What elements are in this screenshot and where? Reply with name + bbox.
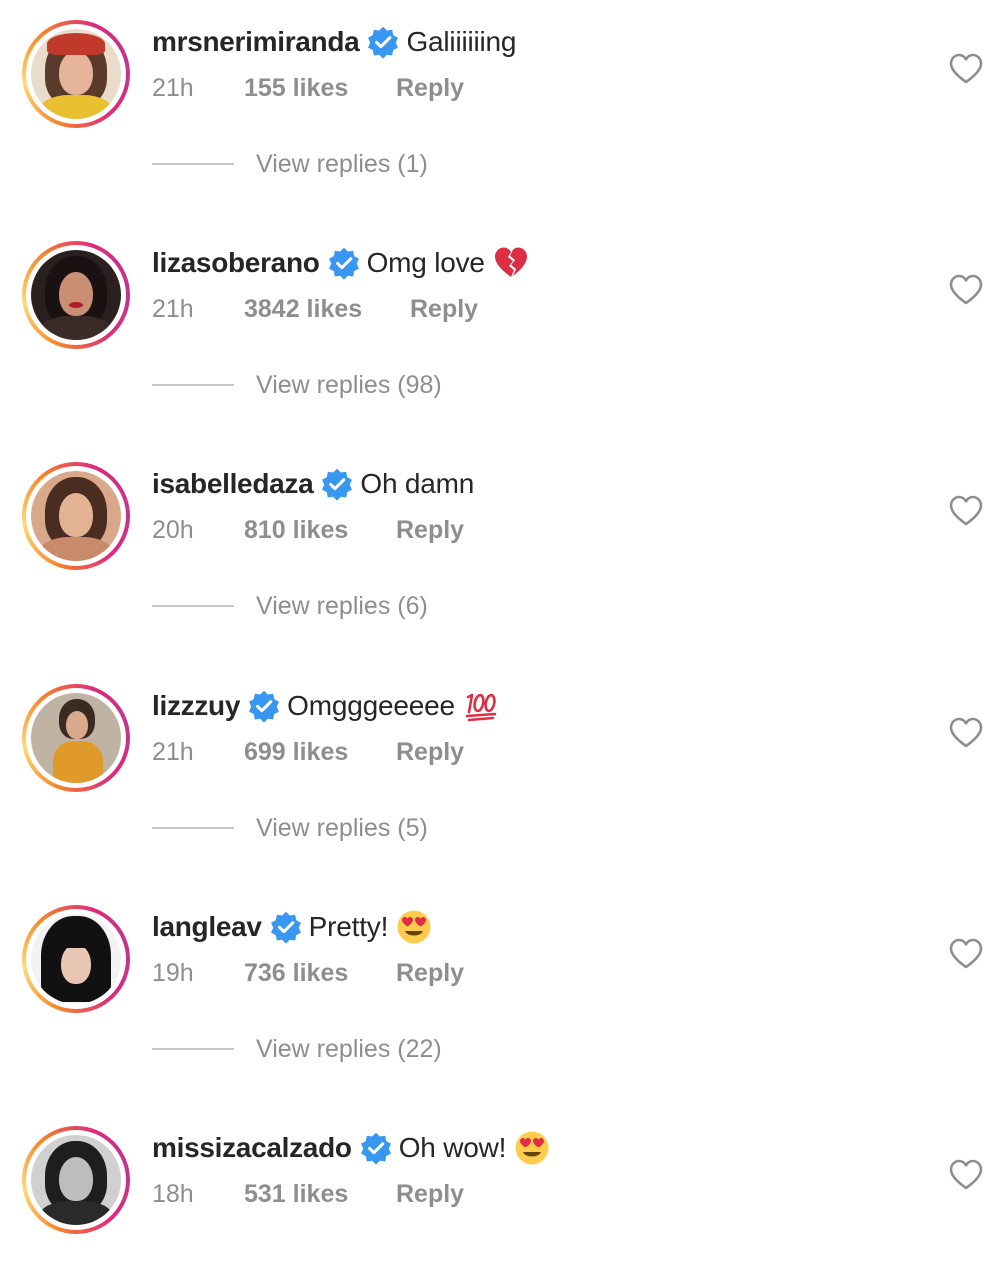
heart-outline-icon[interactable] bbox=[948, 52, 984, 86]
verified-badge-icon bbox=[270, 911, 301, 944]
view-replies-label: View replies (1) bbox=[256, 149, 428, 178]
heart-outline-icon[interactable] bbox=[948, 1158, 984, 1192]
heart-outline-icon[interactable] bbox=[948, 716, 984, 750]
comment-item: mrsnerimiranda Galiiiiiing 21h 155 likes… bbox=[0, 0, 1000, 221]
avatar-border bbox=[26, 688, 126, 788]
avatar-photo bbox=[31, 1135, 121, 1225]
avatar-border bbox=[26, 466, 126, 566]
reply-button[interactable]: Reply bbox=[410, 295, 478, 324]
likes-count[interactable]: 3842 likes bbox=[244, 295, 362, 324]
comment-text: Galiiiiiing bbox=[406, 26, 517, 57]
comment-text: Oh damn bbox=[360, 468, 475, 499]
comment-time: 18h bbox=[152, 1180, 194, 1208]
heart-eyes-emoji bbox=[515, 1131, 549, 1165]
view-replies-divider bbox=[152, 384, 234, 386]
avatar[interactable] bbox=[22, 905, 130, 1013]
verified-badge-icon bbox=[249, 690, 280, 723]
verified-badge-icon bbox=[328, 247, 359, 280]
comment-line: lizzzuy Omgggeeeee bbox=[152, 686, 499, 726]
avatar-photo bbox=[31, 29, 121, 119]
comment-time: 20h bbox=[152, 516, 194, 544]
heart-outline-icon[interactable] bbox=[948, 937, 984, 971]
broken-heart-emoji bbox=[494, 247, 527, 277]
view-replies-button[interactable]: View replies (6) bbox=[152, 588, 428, 624]
username[interactable]: lizzzuy bbox=[152, 690, 240, 722]
view-replies-button[interactable]: View replies (5) bbox=[152, 810, 428, 846]
likes-count[interactable]: 531 likes bbox=[244, 1180, 348, 1209]
comment-time: 19h bbox=[152, 959, 194, 987]
reply-button[interactable]: Reply bbox=[396, 74, 464, 103]
comment-item: isabelledaza Oh damn 20h 810 likes Reply… bbox=[0, 442, 1000, 663]
comment-line: mrsnerimiranda Galiiiiiing bbox=[152, 22, 516, 62]
reply-button[interactable]: Reply bbox=[396, 959, 464, 988]
view-replies-label: View replies (5) bbox=[256, 813, 428, 842]
avatar-photo bbox=[31, 914, 121, 1004]
likes-count[interactable]: 699 likes bbox=[244, 738, 348, 767]
comment-line: isabelledaza Oh damn bbox=[152, 464, 474, 504]
hundred-points-emoji bbox=[465, 693, 497, 722]
view-replies-label: View replies (22) bbox=[256, 1034, 442, 1063]
username[interactable]: langleav bbox=[152, 911, 262, 943]
comment-text: Omgggeeeee bbox=[287, 690, 455, 721]
avatar[interactable] bbox=[22, 1126, 130, 1234]
view-replies-button[interactable]: View replies (98) bbox=[152, 367, 442, 403]
avatar-photo bbox=[31, 693, 121, 783]
reply-button[interactable]: Reply bbox=[396, 1180, 464, 1209]
avatar[interactable] bbox=[22, 462, 130, 570]
verified-badge-icon bbox=[360, 1132, 391, 1165]
avatar-photo bbox=[31, 250, 121, 340]
username[interactable]: missizacalzado bbox=[152, 1132, 352, 1164]
comment-line: missizacalzado Oh wow! bbox=[152, 1128, 550, 1168]
view-replies-label: View replies (98) bbox=[256, 370, 442, 399]
view-replies-button[interactable]: View replies (1) bbox=[152, 146, 428, 182]
reply-button[interactable]: Reply bbox=[396, 516, 464, 545]
comment-item: missizacalzado Oh wow! 18h 531 likes Rep… bbox=[0, 1106, 1000, 1275]
verified-badge-icon bbox=[368, 26, 399, 59]
likes-count[interactable]: 736 likes bbox=[244, 959, 348, 988]
view-replies-button[interactable]: View replies (22) bbox=[152, 1031, 442, 1067]
username[interactable]: mrsnerimiranda bbox=[152, 26, 360, 58]
comment-item: langleav Pretty! 19h 736 likes Reply Vie… bbox=[0, 885, 1000, 1106]
view-replies-label: View replies (6) bbox=[256, 591, 428, 620]
verified-badge-icon bbox=[322, 468, 353, 501]
likes-count[interactable]: 810 likes bbox=[244, 516, 348, 545]
likes-count[interactable]: 155 likes bbox=[244, 74, 348, 103]
comment-text: Pretty! bbox=[308, 911, 389, 942]
comment-time: 21h bbox=[152, 74, 194, 102]
avatar[interactable] bbox=[22, 241, 130, 349]
view-replies-divider bbox=[152, 827, 234, 829]
comment-text: Oh wow! bbox=[398, 1132, 507, 1163]
comment-line: langleav Pretty! bbox=[152, 907, 432, 947]
view-replies-divider bbox=[152, 1048, 234, 1050]
heart-outline-icon[interactable] bbox=[948, 494, 984, 528]
comment-text: Omg love bbox=[366, 247, 485, 278]
avatar-border bbox=[26, 1130, 126, 1230]
comment-item: lizasoberano Omg love 21h 3842 likes Rep… bbox=[0, 221, 1000, 442]
avatar-border bbox=[26, 24, 126, 124]
avatar-photo bbox=[31, 471, 121, 561]
comment-time: 21h bbox=[152, 295, 194, 323]
heart-outline-icon[interactable] bbox=[948, 273, 984, 307]
username[interactable]: lizasoberano bbox=[152, 247, 320, 279]
avatar[interactable] bbox=[22, 684, 130, 792]
view-replies-divider bbox=[152, 163, 234, 165]
comment-time: 21h bbox=[152, 738, 194, 766]
reply-button[interactable]: Reply bbox=[396, 738, 464, 767]
avatar-border bbox=[26, 909, 126, 1009]
view-replies-divider bbox=[152, 605, 234, 607]
comment-item: lizzzuy Omgggeeeee 21h 699 likes Reply V… bbox=[0, 664, 1000, 885]
username[interactable]: isabelledaza bbox=[152, 468, 314, 500]
comment-line: lizasoberano Omg love bbox=[152, 243, 529, 283]
avatar[interactable] bbox=[22, 20, 130, 128]
heart-eyes-emoji bbox=[397, 910, 431, 944]
avatar-border bbox=[26, 245, 126, 345]
